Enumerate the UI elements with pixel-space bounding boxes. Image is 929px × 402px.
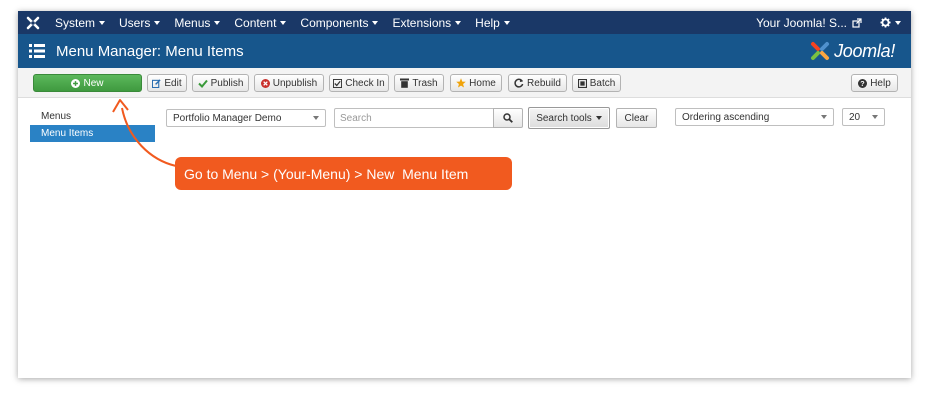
search-input[interactable]: Search: [334, 108, 494, 128]
menu-select[interactable]: Portfolio Manager Demo: [166, 109, 326, 127]
clear-button[interactable]: Clear: [616, 108, 657, 128]
site-link[interactable]: Your Joomla! S...: [756, 16, 862, 30]
edit-button[interactable]: Edit: [147, 74, 187, 92]
check-in-button[interactable]: Check In: [329, 74, 389, 92]
sidebar: Menus Menu Items: [30, 108, 155, 142]
nav-menu-menus[interactable]: Menus: [167, 11, 227, 34]
chevron-down-icon: [313, 116, 319, 120]
list-icon: [18, 34, 56, 68]
trash-icon: [400, 78, 410, 88]
search-button[interactable]: [493, 108, 523, 128]
svg-text:?: ?: [861, 79, 865, 88]
admin-window: System Users Menus Content Components Ex…: [18, 11, 911, 378]
nav-menu-help[interactable]: Help: [468, 11, 517, 34]
brand-text: Joomla!: [834, 40, 895, 61]
checkbox-icon: [333, 78, 343, 88]
batch-button[interactable]: Batch: [572, 74, 621, 92]
caret-down-icon: [503, 20, 510, 25]
square-icon: [577, 78, 587, 88]
caret-down-icon: [595, 116, 602, 120]
search-icon: [503, 113, 513, 123]
caret-down-icon: [154, 20, 161, 25]
caret-down-icon: [99, 20, 106, 25]
limit-select[interactable]: 20: [842, 108, 885, 126]
question-circle-icon: ?: [858, 78, 868, 88]
home-button[interactable]: Home: [450, 74, 502, 92]
nav-menu-users[interactable]: Users: [112, 11, 167, 34]
nav-menu-system[interactable]: System: [48, 11, 112, 34]
refresh-icon: [514, 78, 524, 88]
new-button[interactable]: New: [33, 74, 142, 92]
chevron-down-icon: [872, 115, 878, 119]
plus-circle-icon: [71, 78, 81, 88]
rebuild-button[interactable]: Rebuild: [508, 74, 567, 92]
edit-icon: [152, 78, 161, 88]
sidebar-item-menu-items[interactable]: Menu Items: [30, 125, 155, 142]
trash-button[interactable]: Trash: [394, 74, 444, 92]
ordering-select[interactable]: Ordering ascending: [675, 108, 834, 126]
joomla-x-icon[interactable]: [18, 11, 48, 34]
annotation-callout: Go to Menu > (Your-Menu) > New Menu Item: [175, 157, 512, 190]
nav-menu-components[interactable]: Components: [293, 11, 385, 34]
search-tools-button[interactable]: Search tools: [528, 107, 610, 129]
unpublish-button[interactable]: Unpublish: [254, 74, 324, 92]
chevron-down-icon: [821, 115, 827, 119]
check-icon: [197, 79, 208, 88]
gear-icon: [880, 17, 891, 28]
top-navbar: System Users Menus Content Components Ex…: [18, 11, 911, 34]
publish-button[interactable]: Publish: [192, 74, 249, 92]
joomla-brand: Joomla!: [809, 38, 895, 64]
toolbar: New Edit Publish Unpublish Check In Tras…: [18, 68, 911, 98]
caret-down-icon: [895, 20, 901, 25]
sidebar-item-menus[interactable]: Menus: [30, 108, 155, 125]
nav-menu-content[interactable]: Content: [227, 11, 293, 34]
times-circle-icon: [260, 78, 270, 88]
nav-menu-extensions[interactable]: Extensions: [385, 11, 468, 34]
caret-down-icon: [455, 20, 462, 25]
external-link-icon: [852, 17, 862, 28]
settings-menu[interactable]: [880, 17, 901, 28]
caret-down-icon: [214, 20, 221, 25]
caret-down-icon: [372, 20, 379, 25]
joomla-logo-icon: [811, 42, 830, 60]
page-title: Menu Manager: Menu Items: [56, 42, 244, 60]
star-icon: [456, 78, 466, 88]
help-button[interactable]: ? Help: [851, 74, 898, 92]
page-header: Menu Manager: Menu Items Joomla!: [18, 34, 911, 68]
caret-down-icon: [280, 20, 287, 25]
